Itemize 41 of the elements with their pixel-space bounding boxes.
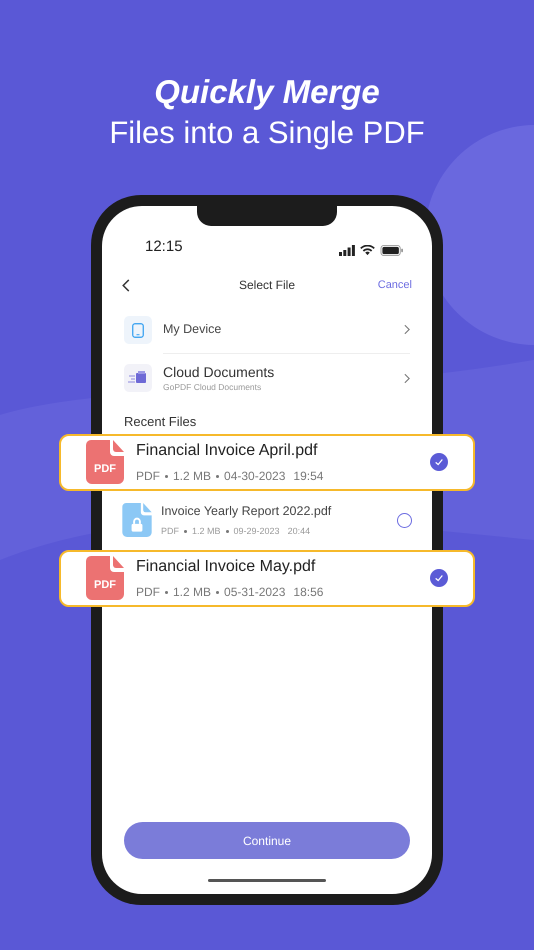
file-date: 05-31-2023 (224, 584, 286, 601)
signal-icon (339, 245, 355, 256)
file-time: 19:54 (293, 468, 324, 485)
file-name: Financial Invoice April.pdf (136, 441, 318, 461)
file-type: PDF (136, 584, 160, 601)
file-size: 1.2 MB (192, 524, 221, 538)
file-type: PDF (136, 468, 160, 485)
file-date: 09-29-2023 (234, 524, 280, 538)
file-name: Financial Invoice May.pdf (136, 557, 316, 577)
phone-icon (124, 316, 152, 344)
source-title: My Device (163, 321, 222, 338)
cancel-button[interactable]: Cancel (378, 276, 412, 294)
file-name: Invoice Yearly Report 2022.pdf (161, 502, 332, 520)
status-time: 12:15 (145, 236, 183, 256)
continue-button[interactable]: Continue (124, 822, 410, 859)
file-time: 18:56 (293, 584, 324, 601)
file-row[interactable]: PDF Financial Invoice May.pdf PDF 1.2 MB 05-31-2023 18:56 (59, 550, 475, 606)
file-icon: PDF (86, 440, 124, 484)
file-date: 04-30-2023 (224, 468, 286, 485)
file-icon: PDF (86, 556, 124, 600)
file-type: PDF (161, 524, 179, 538)
headline: Files into a Single PDF (109, 114, 425, 152)
file-row[interactable]: Invoice Yearly Report 2022.pdf PDF 1.2 MB 09-29-2023 20:44 (102, 490, 432, 550)
screen-title: Select File (238, 277, 296, 294)
section-heading: Recent Files (123, 413, 198, 431)
file-size: 1.2 MB (173, 468, 212, 485)
source-item[interactable]: My Device (102, 306, 432, 354)
source-title: Cloud Documents (163, 363, 274, 382)
chevron-icon (404, 372, 410, 384)
file-time: 20:44 (288, 524, 310, 538)
source-item[interactable]: Cloud Documents GoPDF Cloud Documents (102, 354, 432, 402)
battery-icon (380, 245, 404, 256)
documents-icon (124, 364, 152, 392)
wifi-icon (360, 245, 375, 256)
source-subtitle: GoPDF Cloud Documents (163, 381, 262, 394)
file-icon (122, 503, 152, 537)
file-size: 1.2 MB (173, 584, 212, 601)
headline-emphasis: Quickly Merge (154, 72, 380, 112)
chevron-icon (404, 324, 410, 335)
back-icon[interactable] (122, 278, 130, 292)
file-row[interactable]: PDF Financial Invoice April.pdf PDF 1.2 MB 04-30-2023 19:54 (59, 434, 475, 490)
